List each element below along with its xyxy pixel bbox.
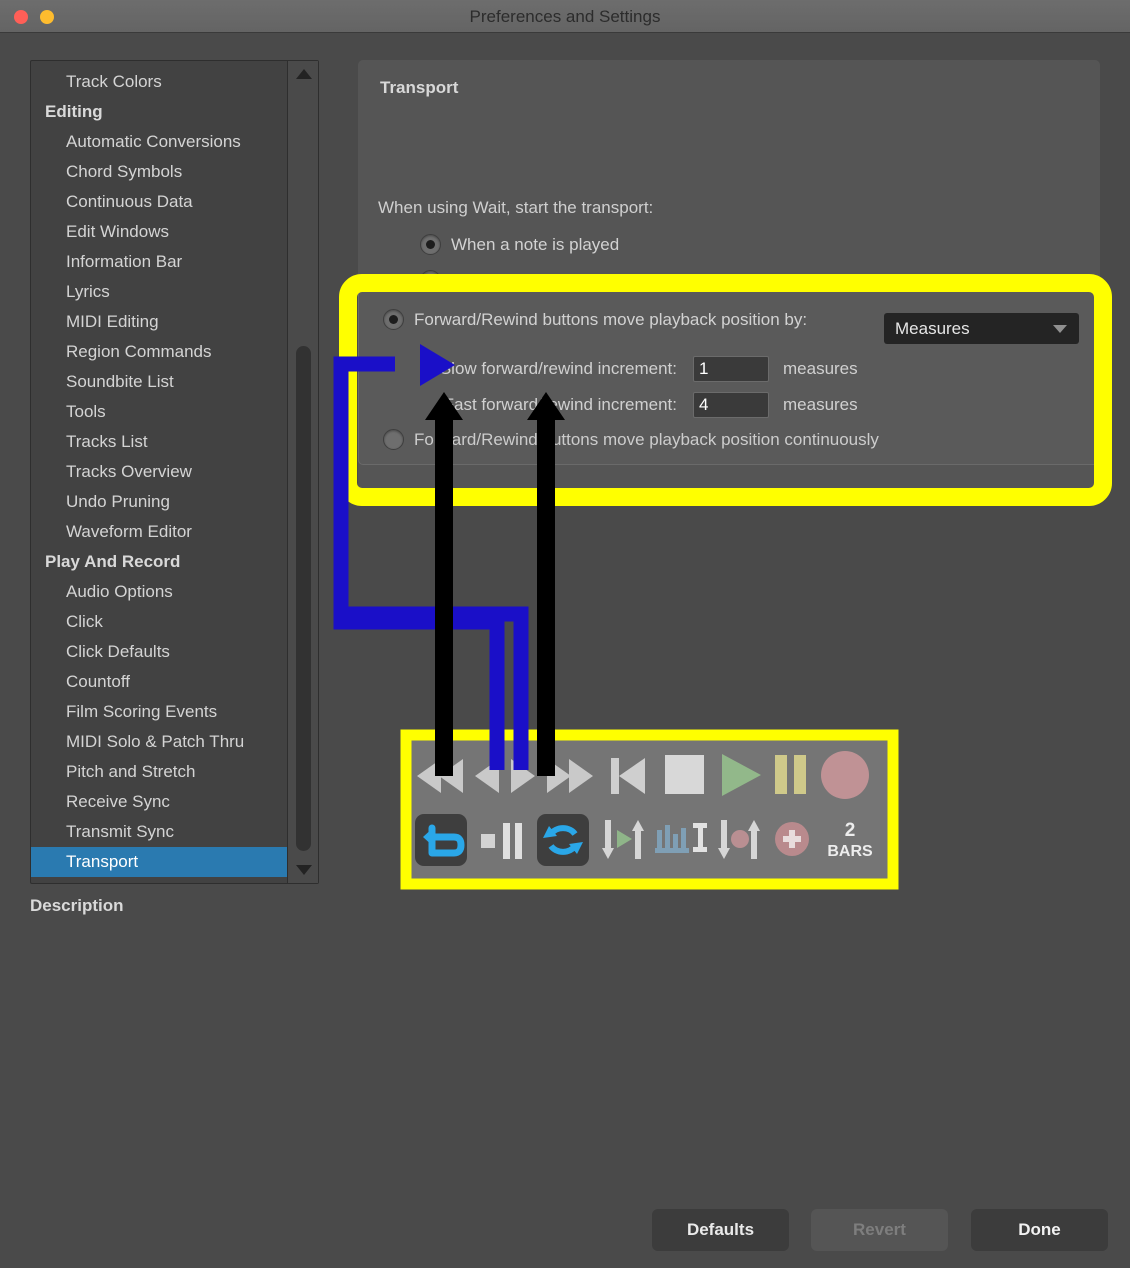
sidebar-item-track-colors[interactable]: Track Colors [31,67,288,97]
radio-label: When a note is played [451,235,619,255]
transport-row-secondary: 2 BARS [407,812,891,872]
forward-rewind-group: Forward/Rewind buttons move playback pos… [358,290,1100,465]
revert-button[interactable]: Revert [811,1209,948,1251]
forward-slow-button[interactable] [511,759,535,793]
radio-label: Forward/Rewind buttons move playback pos… [414,310,807,330]
add-marker-button[interactable] [775,822,809,856]
slow-increment-label: Slow forward/rewind increment: [421,359,693,379]
stop-button[interactable] [665,755,704,794]
radio-indicator [420,270,441,291]
radio-when-note-or-controller[interactable]: When a note or controller is played [420,270,714,291]
radio-indicator [383,429,404,450]
sidebar-item-midi-editing[interactable]: MIDI Editing [31,307,288,337]
radio-move-position-by[interactable]: Forward/Rewind buttons move playback pos… [383,309,807,330]
sidebar-item-chord-symbols[interactable]: Chord Symbols [31,157,288,187]
radio-when-note-played[interactable]: When a note is played [420,234,619,255]
punch-record-button[interactable] [718,820,760,859]
settings-category-panel: Track ColorsEditingAutomatic Conversions… [30,60,319,884]
loop-button[interactable] [537,814,589,866]
go-to-start-button[interactable] [611,758,645,794]
increment-unit-value: Measures [884,319,970,339]
sidebar-item-click[interactable]: Click [31,607,288,637]
sidebar-scrollbar-thumb[interactable] [296,346,311,851]
record-button[interactable] [821,751,869,799]
sidebar-item-transmit-sync[interactable]: Transmit Sync [31,817,288,847]
rewind-fast-button[interactable] [417,759,463,793]
sidebar-group-play-and-record: Play And Record [31,547,288,577]
fast-increment-unit: measures [769,395,858,415]
fast-increment-row: Fast forward/rewind increment: measures [421,392,858,418]
transport-primary-icons [407,746,891,806]
window-title: Preferences and Settings [0,0,1130,33]
radio-indicator [420,234,441,255]
sidebar-item-continuous-data[interactable]: Continuous Data [31,187,288,217]
radio-move-position-continuously[interactable]: Forward/Rewind buttons move playback pos… [383,429,879,450]
transport-toolbar: 2 BARS [407,736,891,882]
sidebar-item-lyrics[interactable]: Lyrics [31,277,288,307]
preferences-window: Preferences and Settings Track ColorsEdi… [0,0,1130,1268]
done-button[interactable]: Done [971,1209,1108,1251]
sidebar-item-film-scoring-events[interactable]: Film Scoring Events [31,697,288,727]
rewind-slow-button[interactable] [475,759,499,793]
auto-record-button[interactable] [602,820,644,859]
play-button[interactable] [722,754,761,796]
sidebar-item-receive-sync[interactable]: Receive Sync [31,787,288,817]
sidebar-item-click-defaults[interactable]: Click Defaults [31,637,288,667]
settings-category-list[interactable]: Track ColorsEditingAutomatic Conversions… [31,61,288,883]
sidebar-item-transport[interactable]: Transport [31,847,288,877]
sidebar-item-region-commands[interactable]: Region Commands [31,337,288,367]
sidebar-group-editing: Editing [31,97,288,127]
sidebar-item-information-bar[interactable]: Information Bar [31,247,288,277]
countoff-button[interactable]: 2 BARS [827,820,873,860]
slow-increment-input[interactable] [693,356,769,382]
window-title-bar: Preferences and Settings [0,0,1130,33]
sidebar-item-pitch-and-stretch[interactable]: Pitch and Stretch [31,757,288,787]
radio-label: When a note or controller is played [451,271,714,291]
fast-increment-input[interactable] [693,392,769,418]
increment-unit-select[interactable]: Measures [884,313,1079,344]
svg-text:BARS: BARS [827,843,873,860]
triangle-down-icon[interactable] [288,859,319,881]
sidebar-item-soundbite-list[interactable]: Soundbite List [31,367,288,397]
sidebar-item-midi-solo-patch-thru[interactable]: MIDI Solo & Patch Thru [31,727,288,757]
sidebar-item-edit-windows[interactable]: Edit Windows [31,217,288,247]
triangle-up-icon[interactable] [288,63,319,85]
forward-fast-button[interactable] [547,759,593,793]
sidebar-item-audio-options[interactable]: Audio Options [31,577,288,607]
sidebar-item-waveform-editor[interactable]: Waveform Editor [31,517,288,547]
memory-cycle-button[interactable] [655,823,707,853]
radio-label: Forward/Rewind buttons move playback pos… [414,430,879,450]
svg-text:2: 2 [845,820,856,841]
chevron-down-icon [1053,325,1067,333]
sidebar-item-tools[interactable]: Tools [31,397,288,427]
radio-indicator [383,309,404,330]
transport-row-primary [407,746,891,806]
sidebar-item-tracks-list[interactable]: Tracks List [31,427,288,457]
sidebar-item-undo-pruning[interactable]: Undo Pruning [31,487,288,517]
sidebar-item-automatic-conversions[interactable]: Automatic Conversions [31,127,288,157]
defaults-button[interactable]: Defaults [652,1209,789,1251]
fast-increment-label: Fast forward/rewind increment: [421,395,693,415]
sidebar-item-tracks-overview[interactable]: Tracks Overview [31,457,288,487]
wait-section-label: When using Wait, start the transport: [378,198,653,218]
stop-pause-button[interactable] [481,823,522,859]
slow-increment-unit: measures [769,359,858,379]
description-label: Description [30,896,124,916]
undo-button[interactable] [415,814,467,866]
page-title: Transport [380,78,458,98]
slow-increment-row: Slow forward/rewind increment: measures [421,356,858,382]
sidebar-item-countoff[interactable]: Countoff [31,667,288,697]
pause-button[interactable] [775,755,806,794]
transport-secondary-icons: 2 BARS [407,812,891,874]
sidebar-scrollbar[interactable] [287,61,318,883]
